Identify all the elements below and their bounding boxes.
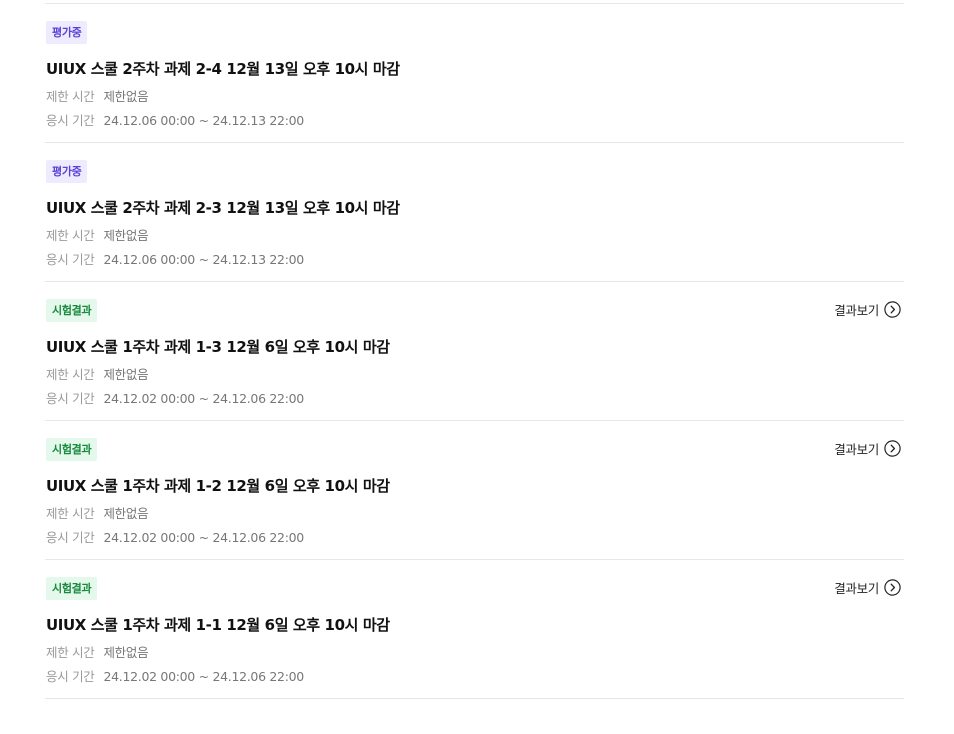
- time-limit-label: 제한 시간: [46, 228, 95, 243]
- time-limit-label: 제한 시간: [46, 506, 95, 521]
- list-item: 평가중 UIUX 스쿨 2주차 과제 2-4 12월 13일 오후 10시 마감…: [45, 4, 904, 143]
- list-item: 시험결과 결과보기 UIUX 스쿨 1주차 과제 1-3 12월 6일 오후 1…: [45, 282, 904, 421]
- list-item: 시험결과 결과보기 UIUX 스쿨 1주차 과제 1-2 12월 6일 오후 1…: [45, 421, 904, 560]
- exam-period-label: 응시 기간: [46, 391, 95, 406]
- view-result-label: 결과보기: [834, 442, 879, 457]
- exam-period-value: 24.12.02 00:00 ~ 24.12.06 22:00: [103, 391, 304, 406]
- chevron-right-circle-icon: [884, 301, 901, 318]
- time-limit-value: 제한없음: [103, 367, 149, 382]
- exam-period-row: 응시 기간 24.12.06 00:00 ~ 24.12.13 22:00: [46, 249, 304, 268]
- exam-period-value: 24.12.06 00:00 ~ 24.12.13 22:00: [103, 113, 304, 128]
- item-title[interactable]: UIUX 스쿨 1주차 과제 1-1 12월 6일 오후 10시 마감: [46, 614, 390, 635]
- time-limit-label: 제한 시간: [46, 89, 95, 104]
- item-title[interactable]: UIUX 스쿨 2주차 과제 2-3 12월 13일 오후 10시 마감: [46, 197, 400, 218]
- time-limit-row: 제한 시간 제한없음: [46, 225, 149, 244]
- exam-period-label: 응시 기간: [46, 669, 95, 684]
- exam-period-label: 응시 기간: [46, 530, 95, 545]
- view-result-button[interactable]: 결과보기: [834, 300, 901, 319]
- time-limit-row: 제한 시간 제한없음: [46, 503, 149, 522]
- view-result-button[interactable]: 결과보기: [834, 578, 901, 597]
- view-result-label: 결과보기: [834, 581, 879, 596]
- exam-period-label: 응시 기간: [46, 252, 95, 267]
- time-limit-row: 제한 시간 제한없음: [46, 86, 149, 105]
- exam-period-row: 응시 기간 24.12.02 00:00 ~ 24.12.06 22:00: [46, 388, 304, 407]
- status-badge: 시험결과: [46, 438, 98, 461]
- exam-period-row: 응시 기간 24.12.02 00:00 ~ 24.12.06 22:00: [46, 527, 304, 546]
- view-result-label: 결과보기: [834, 303, 879, 318]
- exam-period-value: 24.12.06 00:00 ~ 24.12.13 22:00: [103, 252, 304, 267]
- list-item: 시험결과 결과보기 UIUX 스쿨 1주차 과제 1-1 12월 6일 오후 1…: [45, 560, 904, 699]
- time-limit-value: 제한없음: [103, 506, 149, 521]
- time-limit-value: 제한없음: [103, 645, 149, 660]
- item-title[interactable]: UIUX 스쿨 1주차 과제 1-2 12월 6일 오후 10시 마감: [46, 475, 390, 496]
- chevron-right-circle-icon: [884, 579, 901, 596]
- status-badge: 시험결과: [46, 577, 98, 600]
- exam-period-label: 응시 기간: [46, 113, 95, 128]
- exam-list: 평가중 UIUX 스쿨 2주차 과제 2-4 12월 13일 오후 10시 마감…: [45, 3, 904, 699]
- time-limit-label: 제한 시간: [46, 367, 95, 382]
- time-limit-label: 제한 시간: [46, 645, 95, 660]
- item-title[interactable]: UIUX 스쿨 1주차 과제 1-3 12월 6일 오후 10시 마감: [46, 336, 390, 357]
- item-title[interactable]: UIUX 스쿨 2주차 과제 2-4 12월 13일 오후 10시 마감: [46, 58, 400, 79]
- status-badge: 시험결과: [46, 299, 98, 322]
- time-limit-row: 제한 시간 제한없음: [46, 364, 149, 383]
- exam-period-value: 24.12.02 00:00 ~ 24.12.06 22:00: [103, 669, 304, 684]
- exam-period-row: 응시 기간 24.12.02 00:00 ~ 24.12.06 22:00: [46, 666, 304, 685]
- time-limit-row: 제한 시간 제한없음: [46, 642, 149, 661]
- time-limit-value: 제한없음: [103, 89, 149, 104]
- exam-period-row: 응시 기간 24.12.06 00:00 ~ 24.12.13 22:00: [46, 110, 304, 129]
- list-item: 평가중 UIUX 스쿨 2주차 과제 2-3 12월 13일 오후 10시 마감…: [45, 143, 904, 282]
- chevron-right-circle-icon: [884, 440, 901, 457]
- exam-period-value: 24.12.02 00:00 ~ 24.12.06 22:00: [103, 530, 304, 545]
- time-limit-value: 제한없음: [103, 228, 149, 243]
- status-badge: 평가중: [46, 21, 88, 44]
- status-badge: 평가중: [46, 160, 88, 183]
- view-result-button[interactable]: 결과보기: [834, 439, 901, 458]
